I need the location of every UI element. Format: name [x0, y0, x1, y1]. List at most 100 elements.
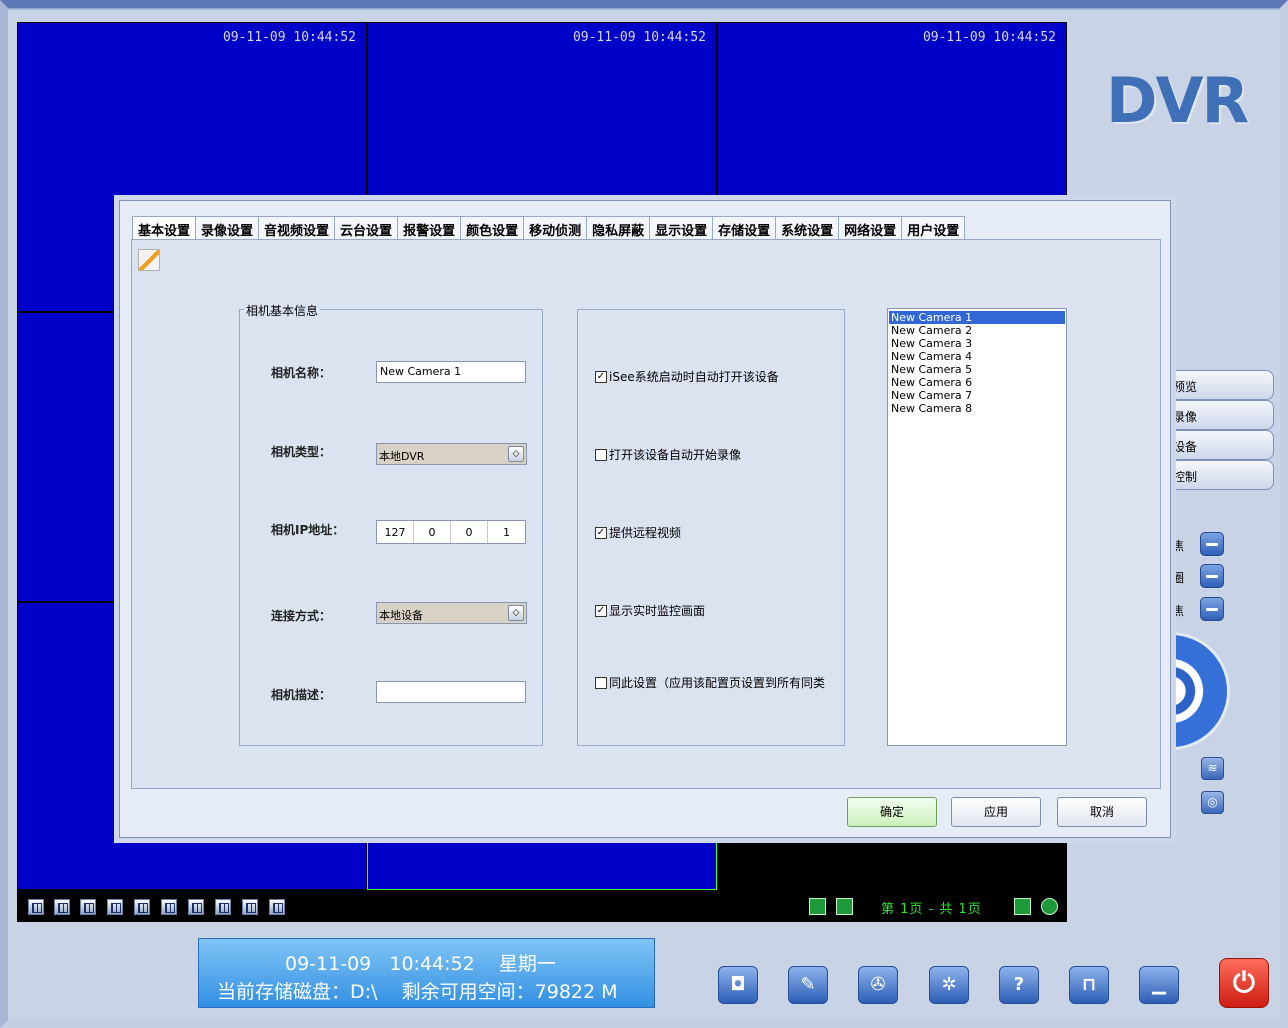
disk-label: 当前存储磁盘： — [217, 981, 351, 1003]
auto-record-checkbox[interactable]: 打开该设备自动开始录像 — [595, 446, 741, 463]
list-item[interactable]: New Camera 1 — [889, 311, 1065, 324]
ip-octet-4[interactable]: 1 — [488, 521, 525, 543]
tab-ptz[interactable]: 云台设置 — [334, 216, 399, 240]
tab-basic[interactable]: 基本设置 — [132, 216, 197, 240]
layout-25-button[interactable] — [242, 899, 258, 915]
video-timestamp: 09-11-09 10:44:52 — [222, 30, 356, 45]
camera-name-input[interactable]: New Camera 1 — [376, 361, 526, 383]
camera-settings-icon[interactable]: ◎ — [1201, 791, 1224, 814]
snapshot-button[interactable]: ◘ — [718, 966, 758, 1004]
chevron-down-icon[interactable]: ◇ — [508, 605, 524, 621]
apply-all-check[interactable] — [595, 676, 607, 689]
side-menu-preview[interactable]: 预览 — [1164, 370, 1274, 400]
camera-desc-label: 相机描述： — [271, 688, 332, 702]
video-timestamp: 09-11-09 10:44:52 — [572, 30, 706, 45]
iris-label: 圈 — [1172, 571, 1185, 585]
apply-all-checkbox[interactable]: 同此设置（应用该配置页设置到所有同类 — [595, 674, 825, 691]
status-weekday: 星期一 — [498, 953, 556, 975]
zoom-label: 焦 — [1172, 604, 1185, 618]
fullscreen-button[interactable] — [269, 899, 285, 915]
list-item[interactable]: New Camera 4 — [889, 350, 1065, 363]
camera-ip-input[interactable]: 127 0 0 1 — [376, 520, 526, 544]
auto-open-check[interactable]: ✓ — [595, 370, 607, 383]
auto-open-label: iSee系统启动时自动打开该设备 — [609, 370, 779, 384]
tab-user[interactable]: 用户设置 — [901, 216, 966, 240]
disk-value: D:\ — [350, 981, 378, 1003]
tab-system[interactable]: 系统设置 — [775, 216, 840, 240]
wifi-icon[interactable]: ≋ — [1201, 757, 1224, 780]
camera-list[interactable]: New Camera 1 New Camera 2 New Camera 3 N… — [887, 308, 1067, 746]
list-item[interactable]: New Camera 8 — [889, 402, 1065, 415]
layout-4-button[interactable] — [54, 899, 70, 915]
tab-motion[interactable]: 移动侦测 — [523, 216, 588, 240]
refresh-icon[interactable] — [1041, 898, 1058, 915]
next-page-icon[interactable] — [836, 898, 853, 915]
focus-label: 焦 — [1172, 539, 1185, 553]
connect-select[interactable]: 本地设备 ◇ — [376, 602, 527, 624]
layout-10-button[interactable] — [161, 899, 177, 915]
edit-button[interactable]: ✎ — [788, 966, 828, 1004]
remote-video-label: 提供远程视频 — [609, 526, 682, 540]
cancel-button[interactable]: 取消 — [1057, 797, 1147, 827]
iris-minus-button[interactable] — [1200, 564, 1224, 588]
live-view-check[interactable]: ✓ — [595, 604, 607, 617]
auto-open-checkbox[interactable]: ✓ iSee系统启动时自动打开该设备 — [595, 368, 779, 385]
tab-network[interactable]: 网络设置 — [838, 216, 903, 240]
ip-octet-1[interactable]: 127 — [377, 521, 414, 543]
tools-icon[interactable] — [138, 249, 160, 271]
zoom-minus-button[interactable] — [1200, 597, 1224, 621]
remote-video-checkbox[interactable]: ✓ 提供远程视频 — [595, 524, 681, 541]
chevron-down-icon[interactable]: ◇ — [508, 446, 524, 462]
list-item[interactable]: New Camera 7 — [889, 389, 1065, 402]
live-view-checkbox[interactable]: ✓ 显示实时监控画面 — [595, 602, 705, 619]
tab-audio-video[interactable]: 音视频设置 — [258, 216, 336, 240]
space-value: 79822 M — [534, 981, 618, 1003]
dvr-logo: DVR — [1106, 64, 1249, 137]
page-indicator: 第 1页 - 共 1页 — [881, 902, 982, 917]
list-item[interactable]: New Camera 3 — [889, 337, 1065, 350]
grid-layout-toolbar: 第 1页 - 共 1页 — [17, 890, 1067, 922]
remote-video-check[interactable]: ✓ — [595, 526, 607, 539]
tab-alarm[interactable]: 报警设置 — [397, 216, 462, 240]
list-item[interactable]: New Camera 5 — [889, 363, 1065, 376]
tab-record[interactable]: 录像设置 — [195, 216, 260, 240]
playback-button[interactable]: ✇ — [858, 966, 898, 1004]
minimize-button[interactable]: ▁ — [1139, 966, 1179, 1004]
side-menu-control[interactable]: 控制 — [1164, 460, 1274, 490]
ip-octet-3[interactable]: 0 — [451, 521, 488, 543]
live-view-label: 显示实时监控画面 — [609, 604, 706, 618]
auto-record-check[interactable] — [595, 448, 607, 461]
power-button[interactable]: ⏻ — [1219, 958, 1269, 1008]
side-menu-device[interactable]: 设备 — [1164, 430, 1274, 460]
layout-16-button[interactable] — [215, 899, 231, 915]
settings-button[interactable]: ✲ — [929, 966, 969, 1004]
auto-record-label: 打开该设备自动开始录像 — [609, 448, 742, 462]
tab-privacy[interactable]: 隐私屏蔽 — [586, 216, 651, 240]
camera-type-select[interactable]: 本地DVR ◇ — [376, 443, 527, 465]
side-menu-record[interactable]: 录像 — [1164, 400, 1274, 430]
layout-1-button[interactable] — [28, 899, 44, 915]
list-item[interactable]: New Camera 6 — [889, 376, 1065, 389]
tab-color[interactable]: 颜色设置 — [460, 216, 525, 240]
camera-ip-label: 相机IP地址： — [271, 523, 345, 537]
layout-13-button[interactable] — [188, 899, 204, 915]
layout-8-button[interactable] — [107, 899, 123, 915]
prev-page-icon[interactable] — [809, 898, 826, 915]
tab-storage[interactable]: 存储设置 — [712, 216, 777, 240]
page-goto-icon[interactable] — [1014, 898, 1031, 915]
help-button[interactable]: ? — [999, 966, 1039, 1004]
ip-octet-2[interactable]: 0 — [414, 521, 451, 543]
focus-minus-button[interactable] — [1200, 532, 1224, 556]
layout-6-button[interactable] — [80, 899, 96, 915]
tab-display[interactable]: 显示设置 — [649, 216, 714, 240]
lock-button[interactable]: ⊓ — [1069, 966, 1109, 1004]
layout-9-button[interactable] — [134, 899, 150, 915]
status-panel: 09-11-09 10:44:52 星期一 当前存储磁盘：D:\ 剩余可用空间：… — [198, 938, 655, 1008]
list-item[interactable]: New Camera 2 — [889, 324, 1065, 337]
ok-button[interactable]: 确定 — [847, 797, 937, 827]
camera-desc-input[interactable] — [376, 681, 526, 703]
apply-button[interactable]: 应用 — [951, 797, 1041, 827]
space-label: 剩余可用空间： — [401, 981, 535, 1003]
connect-label: 连接方式： — [271, 609, 332, 623]
camera-name-label: 相机名称： — [271, 366, 332, 380]
